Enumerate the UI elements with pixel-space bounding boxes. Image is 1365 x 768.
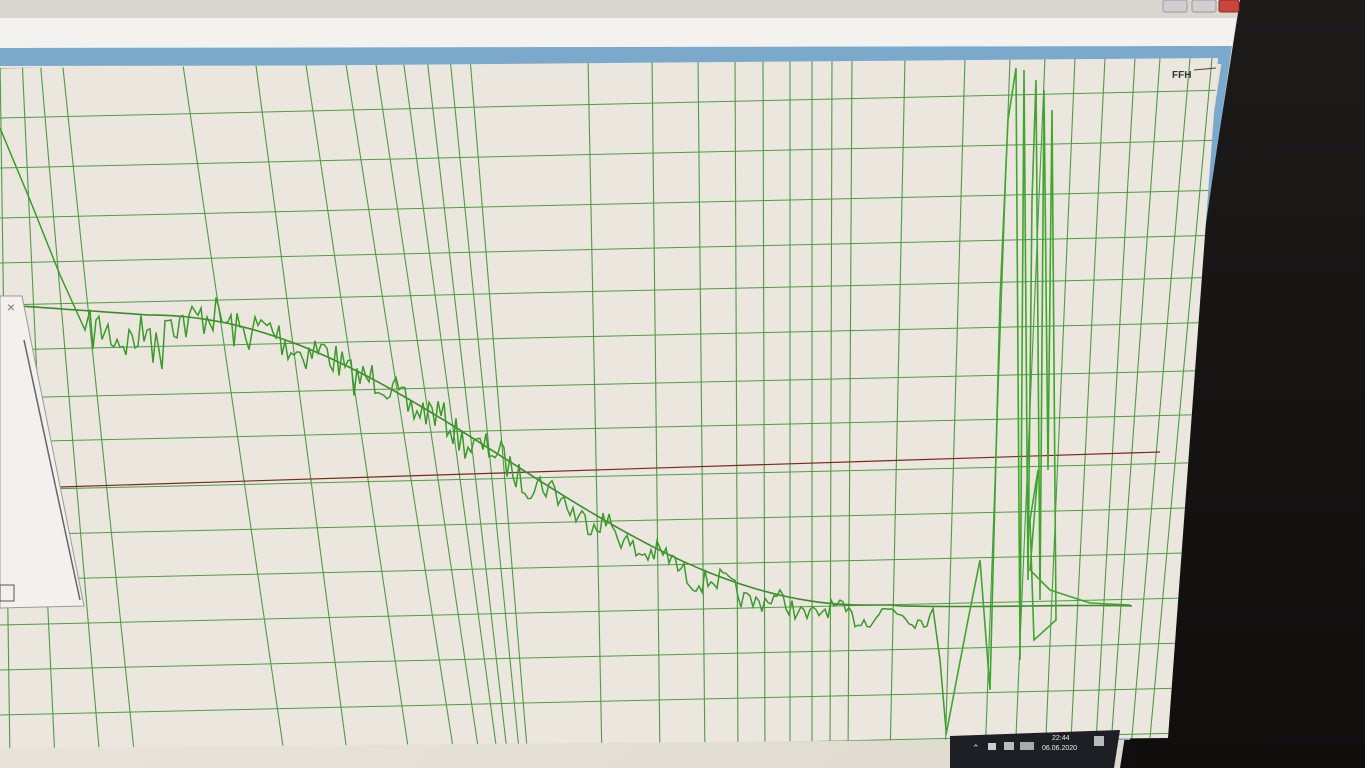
window-controls[interactable] <box>1162 0 1240 13</box>
tray-date[interactable]: 06.06.2020 <box>1042 745 1077 752</box>
dialog-close-icon[interactable]: × <box>0 296 22 318</box>
tray-time[interactable]: 22:44 <box>1052 735 1070 742</box>
tray-keyboard-icon[interactable] <box>1020 742 1034 750</box>
close-button[interactable] <box>1218 0 1240 13</box>
tray-network-icon[interactable] <box>1004 742 1014 750</box>
minimize-button[interactable] <box>1162 0 1188 13</box>
corner-label: FFH <box>1172 70 1191 81</box>
screen: FFH ⌃ 22:44 06.06.2020 <box>0 0 1240 768</box>
plot-area[interactable] <box>0 40 1230 760</box>
toolbar-strip <box>0 18 1236 48</box>
maximize-button[interactable] <box>1191 0 1217 13</box>
tray-notification-icon[interactable] <box>1094 736 1104 746</box>
tray-chevron-icon[interactable]: ⌃ <box>972 743 980 753</box>
tray-speaker-icon[interactable] <box>988 743 996 750</box>
title-bar[interactable] <box>0 0 1240 18</box>
